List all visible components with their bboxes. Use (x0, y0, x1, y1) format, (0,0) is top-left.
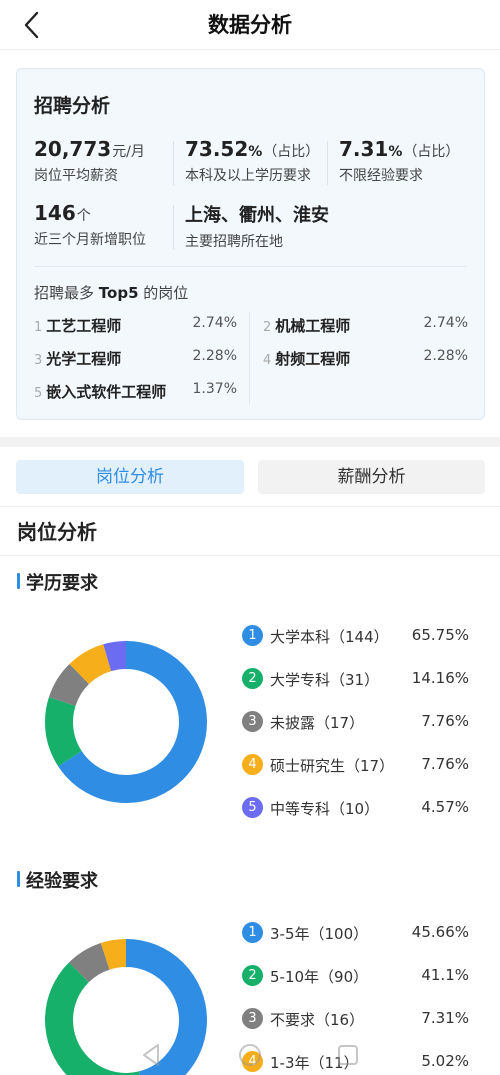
top-app-bar: 数据分析 (0, 0, 500, 50)
legend-percent: 7.31% (421, 1009, 469, 1027)
top5-job-item[interactable]: 1 工艺工程师 2.74% (34, 315, 237, 339)
section-title: 岗位分析 (17, 520, 97, 544)
no-exp-ratio-unit: % (388, 144, 403, 160)
top5-job-item[interactable]: 2 机械工程师 2.74% (263, 315, 468, 339)
no-exp-ratio-note: （占比） (403, 144, 460, 160)
card-title: 招聘分析 (34, 95, 111, 117)
education-legend-item[interactable]: 2 大学专科（31） 14.16% (242, 667, 469, 691)
no-exp-ratio-stat: 7.31%（占比） 不限经验要求 (339, 137, 459, 185)
legend-label: 不要求（16） (270, 1011, 365, 1029)
tab-position-analysis[interactable]: 岗位分析 (16, 460, 244, 494)
legend-label: 3-5年（100） (270, 925, 369, 943)
experience-legend-item[interactable]: 3 不要求（16） 7.31% (242, 1007, 469, 1031)
legend-percent: 65.75% (411, 626, 469, 644)
avg-salary-unit: 元/月 (112, 144, 145, 160)
legend-label: 大学专科（31） (270, 671, 380, 689)
tab-salary-analysis[interactable]: 薪酬分析 (258, 460, 485, 494)
legend-percent: 4.57% (421, 798, 469, 816)
nav-recent-icon[interactable] (334, 1041, 362, 1069)
new-jobs-stat: 146个 近三个月新增职位 (34, 201, 146, 249)
bachelor-ratio-unit: % (248, 144, 263, 160)
tabs-divider (0, 506, 500, 507)
bachelor-ratio-note: （占比） (263, 144, 320, 160)
stat-divider (173, 141, 174, 185)
top5-job-item[interactable]: 3 光学工程师 2.28% (34, 348, 237, 372)
education-donut-chart (45, 641, 207, 803)
nav-home-icon[interactable] (236, 1041, 264, 1069)
section-divider (0, 555, 500, 556)
main-cities-value: 上海、衢州、淮安 (185, 205, 329, 226)
rank-badge: 3 (242, 711, 263, 732)
legend-percent: 45.66% (411, 923, 469, 941)
avg-salary-stat: 20,773元/月 岗位平均薪资 (34, 137, 145, 185)
legend-label: 5-10年（90） (270, 968, 369, 986)
avg-salary-label: 岗位平均薪资 (34, 168, 118, 184)
legend-label: 中等专科（10） (270, 800, 380, 818)
legend-label: 未披露（17） (270, 714, 365, 732)
experience-legend-item[interactable]: 1 3-5年（100） 45.66% (242, 921, 469, 945)
education-legend-item[interactable]: 5 中等专科（10） 4.57% (242, 796, 469, 820)
rank-badge: 1 (242, 625, 263, 646)
system-nav-bar (0, 1035, 500, 1075)
recruit-summary-card: 招聘分析 20,773元/月 岗位平均薪资 73.52%（占比） 本科及以上学历… (16, 68, 485, 420)
legend-label: 硕士研究生（17） (270, 757, 395, 775)
section-gap (0, 437, 500, 447)
main-cities-label: 主要招聘所在地 (185, 234, 283, 250)
page-title: 数据分析 (208, 13, 292, 37)
nav-back-icon[interactable] (138, 1041, 166, 1069)
new-jobs-label: 近三个月新增职位 (34, 232, 146, 248)
legend-percent: 7.76% (421, 712, 469, 730)
stat-divider (173, 205, 174, 249)
rank-badge: 3 (242, 1008, 263, 1029)
experience-legend-item[interactable]: 2 5-10年（90） 41.1% (242, 964, 469, 988)
legend-label: 大学本科（144） (270, 628, 389, 646)
top5-column-divider (249, 312, 250, 404)
education-legend-item[interactable]: 1 大学本科（144） 65.75% (242, 624, 469, 648)
card-divider (34, 266, 467, 267)
bachelor-ratio-label: 本科及以上学历要求 (185, 168, 311, 184)
rank-badge: 4 (242, 754, 263, 775)
top5-title: 招聘最多 Top5 的岗位 (34, 284, 189, 302)
education-title: 学历要求 (17, 569, 98, 595)
new-jobs-value: 146 (34, 201, 76, 225)
rank-badge: 2 (242, 668, 263, 689)
education-legend-item[interactable]: 3 未披露（17） 7.76% (242, 710, 469, 734)
new-jobs-unit: 个 (76, 208, 91, 224)
no-exp-ratio-label: 不限经验要求 (339, 168, 423, 184)
education-legend-item[interactable]: 4 硕士研究生（17） 7.76% (242, 753, 469, 777)
rank-badge: 1 (242, 922, 263, 943)
avg-salary-value: 20,773 (34, 137, 112, 161)
experience-title: 经验要求 (17, 867, 98, 893)
bachelor-ratio-value: 73.52 (185, 137, 249, 161)
legend-percent: 14.16% (411, 669, 469, 687)
legend-percent: 7.76% (421, 755, 469, 773)
top5-job-item[interactable]: 4 射频工程师 2.28% (263, 348, 468, 372)
rank-badge: 2 (242, 965, 263, 986)
bachelor-ratio-stat: 73.52%（占比） 本科及以上学历要求 (185, 137, 319, 185)
no-exp-ratio-value: 7.31 (339, 137, 389, 161)
stat-divider (327, 141, 328, 185)
rank-badge: 5 (242, 797, 263, 818)
legend-percent: 41.1% (421, 966, 469, 984)
top5-job-item[interactable]: 5 嵌入式软件工程师 1.37% (34, 381, 237, 405)
main-cities-stat: 上海、衢州、淮安 主要招聘所在地 (185, 201, 329, 251)
